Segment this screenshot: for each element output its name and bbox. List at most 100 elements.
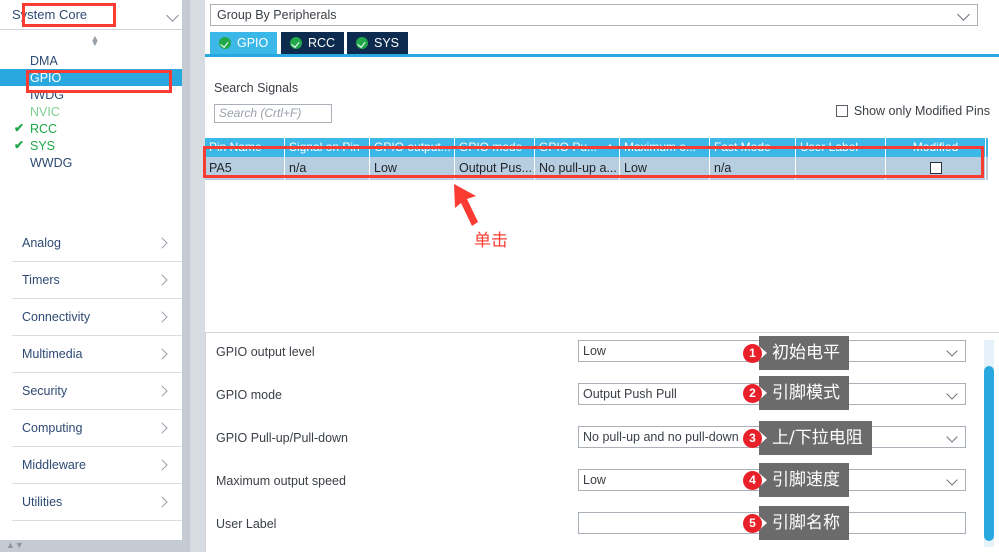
column-header-pin-name[interactable]: Pin Name	[205, 138, 285, 157]
sidebar-category-title: System Core	[12, 7, 88, 22]
column-header-maximum-output[interactable]: Maximum o...	[620, 138, 710, 157]
param-label: GPIO Pull-up/Pull-down	[216, 431, 349, 445]
stm32cubemx-pinout-configuration: System Core ▲ ▼ DMA GPIO IWDG NVIC ✔ RCC	[0, 0, 999, 552]
param-value: Low	[583, 473, 606, 487]
table-row[interactable]: PA5 n/a Low Output Pus... No pull-up a..…	[205, 157, 988, 180]
tab-rcc[interactable]: RCC	[281, 32, 345, 54]
callout-5: 5 引脚名称	[743, 506, 849, 540]
sidebar-item-label: WWDG	[30, 155, 73, 170]
sidebar-bottom-scrollbar[interactable]: ▲▼	[0, 540, 190, 552]
check-icon: ✔	[14, 138, 25, 152]
cell-pin-name: PA5	[205, 157, 285, 180]
param-row-maximum-output-speed: Maximum output speed Low	[206, 462, 999, 505]
param-row-user-label: User Label	[206, 505, 999, 548]
sidebar-item-label: Analog	[22, 236, 61, 250]
param-row-gpio-output-level: GPIO output level Low	[206, 333, 999, 376]
param-label: GPIO mode	[216, 388, 282, 402]
sidebar-item-iwdg[interactable]: IWDG	[0, 86, 190, 103]
tab-underline	[205, 54, 999, 57]
sidebar-item-label: Security	[22, 384, 68, 398]
chevron-right-icon	[156, 422, 168, 434]
callout-3: 3 上/下拉电阻	[743, 421, 872, 455]
sidebar-item-connectivity[interactable]: Connectivity	[12, 299, 182, 336]
chevron-right-icon	[156, 385, 168, 397]
column-header-modified[interactable]: Modified	[886, 138, 986, 157]
callout-number: 1	[743, 343, 762, 363]
sidebar-item-rcc[interactable]: ✔ RCC	[0, 120, 190, 137]
table-header-row: Pin Name Signal on Pin GPIO output... GP…	[205, 138, 988, 157]
pane-divider[interactable]	[190, 0, 205, 552]
scroll-updown-icon[interactable]: ▲▼	[6, 540, 24, 551]
chevron-right-icon	[156, 311, 168, 323]
sidebar-item-nvic[interactable]: NVIC	[0, 103, 190, 120]
column-header-signal-on-pin[interactable]: Signal on Pin	[285, 138, 370, 157]
click-annotation-label: 单击	[474, 231, 508, 251]
scroll-down-icon[interactable]: ▼	[0, 39, 190, 48]
param-row-gpio-pull-up-pull-down: GPIO Pull-up/Pull-down No pull-up and no…	[206, 419, 999, 462]
chevron-right-icon	[156, 348, 168, 360]
callout-2: 2 引脚模式	[743, 376, 849, 410]
red-arrow-icon	[454, 184, 478, 226]
sidebar-item-dma[interactable]: DMA	[0, 52, 190, 69]
callout-1: 1 初始电平	[743, 336, 849, 370]
show-modified-pins-checkbox[interactable]	[835, 105, 848, 117]
tab-sys[interactable]: SYS	[347, 32, 409, 54]
tab-label: GPIO	[237, 36, 269, 50]
sidebar-item-timers[interactable]: Timers	[12, 262, 182, 299]
column-header-label: GPIO Pu...	[539, 140, 598, 154]
cell-user-label	[796, 157, 886, 180]
callout-number: 4	[743, 470, 762, 490]
search-input[interactable]: Search (Crtl+F)	[214, 104, 332, 123]
sidebar-item-sys[interactable]: ✔ SYS	[0, 137, 190, 154]
sidebar-item-analog[interactable]: Analog	[12, 225, 182, 262]
param-value: Output Push Pull	[583, 387, 677, 401]
callout-text: 初始电平	[759, 336, 849, 370]
search-signals-label: Search Signals	[214, 81, 299, 95]
category-section-list: Analog Timers Connectivity Multimedia Se…	[12, 225, 182, 521]
sidebar-item-middleware[interactable]: Middleware	[12, 447, 182, 484]
sidebar-item-label: GPIO	[30, 70, 62, 85]
check-circle-icon	[356, 37, 368, 49]
sidebar-item-security[interactable]: Security	[12, 373, 182, 410]
sidebar-item-computing[interactable]: Computing	[12, 410, 182, 447]
column-header-gpio-output[interactable]: GPIO output...	[370, 138, 455, 157]
sidebar-category-header[interactable]: System Core	[0, 0, 190, 30]
chevron-right-icon	[156, 274, 168, 286]
cell-maximum-output: Low	[620, 157, 710, 180]
modified-checkbox[interactable]	[929, 162, 942, 174]
cell-modified[interactable]	[886, 157, 986, 180]
column-header-fast-mode[interactable]: Fast Mode	[710, 138, 796, 157]
show-modified-pins-row[interactable]: Show only Modified Pins	[835, 104, 990, 118]
sidebar-item-label: NVIC	[30, 104, 60, 119]
column-header-gpio-pull[interactable]: GPIO Pu...	[535, 138, 620, 157]
sidebar-item-label: RCC	[30, 121, 58, 136]
cell-gpio-output: Low	[370, 157, 455, 180]
sidebar-vertical-scrollbar[interactable]	[182, 0, 190, 540]
sidebar-scroll-arrows[interactable]: ▲ ▼	[0, 34, 190, 48]
param-label: Maximum output speed	[216, 474, 346, 488]
sort-ascending-icon	[606, 144, 614, 149]
chevron-right-icon	[156, 496, 168, 508]
column-header-user-label[interactable]: User Label	[796, 138, 886, 157]
callout-number: 3	[743, 428, 762, 448]
param-value: Low	[583, 344, 606, 358]
cell-signal-on-pin: n/a	[285, 157, 370, 180]
cell-fast-mode: n/a	[710, 157, 796, 180]
param-label: User Label	[216, 517, 277, 531]
sidebar-item-label: Utilities	[22, 495, 63, 509]
sidebar-item-label: IWDG	[30, 87, 65, 102]
tab-gpio[interactable]: GPIO	[210, 32, 278, 54]
chevron-down-icon	[947, 476, 959, 485]
chevron-down-icon[interactable]	[166, 8, 180, 22]
column-header-gpio-mode[interactable]: GPIO mode	[455, 138, 535, 157]
sidebar-item-multimedia[interactable]: Multimedia	[12, 336, 182, 373]
check-circle-icon	[219, 37, 231, 49]
sidebar-item-label: SYS	[30, 138, 56, 153]
sidebar-item-wwdg[interactable]: WWDG	[0, 154, 190, 171]
form-scrollbar-thumb[interactable]	[984, 366, 994, 541]
peripheral-sidebar: System Core ▲ ▼ DMA GPIO IWDG NVIC ✔ RCC	[0, 0, 190, 552]
sidebar-item-utilities[interactable]: Utilities	[12, 484, 182, 521]
group-by-dropdown[interactable]: Group By Peripherals	[210, 4, 978, 26]
sidebar-item-gpio[interactable]: GPIO	[0, 69, 190, 86]
chevron-down-icon	[957, 10, 971, 20]
